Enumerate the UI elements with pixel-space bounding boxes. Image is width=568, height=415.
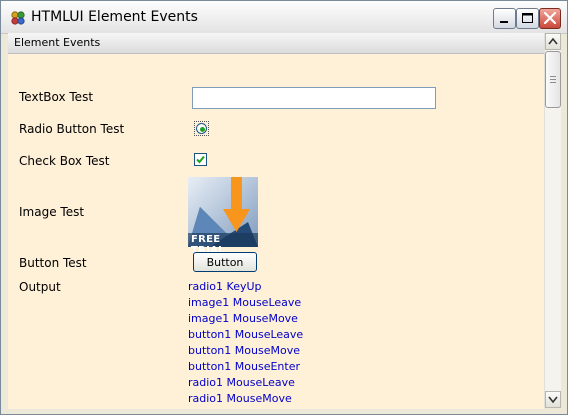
free-trial-image[interactable]: FREE TRIAL — [188, 177, 258, 256]
output-event-item: image1 MouseLeave — [188, 296, 302, 309]
title-bar[interactable]: HTMLUI Element Events — [1, 1, 567, 34]
output-event-item: radio1 KeyUp — [188, 280, 262, 293]
minimize-icon — [500, 21, 508, 23]
textbox-test-label: TextBox Test — [19, 90, 94, 104]
scroll-up-button[interactable] — [545, 33, 561, 50]
output-event-item: radio1 MouseMove — [188, 392, 292, 405]
output-event-item: button1 MouseLeave — [188, 328, 304, 341]
maximize-icon — [522, 13, 533, 23]
textbox-input[interactable] — [192, 87, 436, 109]
close-icon — [543, 11, 557, 25]
htmlui-app-icon — [10, 10, 26, 26]
image-test-label: Image Test — [19, 205, 85, 219]
output-event-list: radio1 KeyUp image1 MouseLeave image1 Mo… — [188, 280, 303, 408]
vertical-scrollbar[interactable] — [544, 33, 561, 408]
button-test-label: Button Test — [19, 256, 87, 270]
radio-ring — [196, 123, 207, 134]
thumb-grip-line — [550, 76, 556, 77]
section-header-label: Element Events — [14, 36, 101, 49]
scroll-down-button[interactable] — [545, 391, 561, 408]
output-label: Output — [19, 280, 61, 294]
close-button[interactable] — [539, 8, 561, 29]
test-button[interactable]: Button — [193, 252, 257, 272]
radio-button[interactable] — [194, 121, 209, 136]
thumb-grip-line — [550, 82, 556, 83]
chevron-up-icon — [548, 37, 558, 45]
section-header: Element Events — [8, 33, 544, 54]
output-event-item: button1 MouseEnter — [188, 360, 300, 373]
minimize-button[interactable] — [493, 8, 516, 29]
window-title: HTMLUI Element Events — [31, 9, 198, 25]
output-event-item: button1 MouseMove — [188, 344, 300, 357]
output-event-item: radio1 MouseLeave — [188, 376, 295, 389]
checkbox[interactable] — [194, 153, 207, 166]
content-panel: TextBox Test Radio Button Test Check Box… — [8, 54, 544, 409]
radio-selected-dot — [200, 127, 205, 132]
chevron-down-icon — [548, 396, 558, 404]
checkbox-test-label: Check Box Test — [19, 154, 110, 168]
app-window: HTMLUI Element Events Element Events Tex… — [0, 0, 568, 415]
radio-test-label: Radio Button Test — [19, 122, 125, 136]
thumb-grip-line — [550, 79, 556, 80]
scrollbar-thumb[interactable] — [545, 51, 561, 108]
checkmark-icon — [196, 155, 205, 164]
output-event-item: image1 MouseMove — [188, 312, 298, 325]
maximize-button[interactable] — [516, 8, 539, 29]
